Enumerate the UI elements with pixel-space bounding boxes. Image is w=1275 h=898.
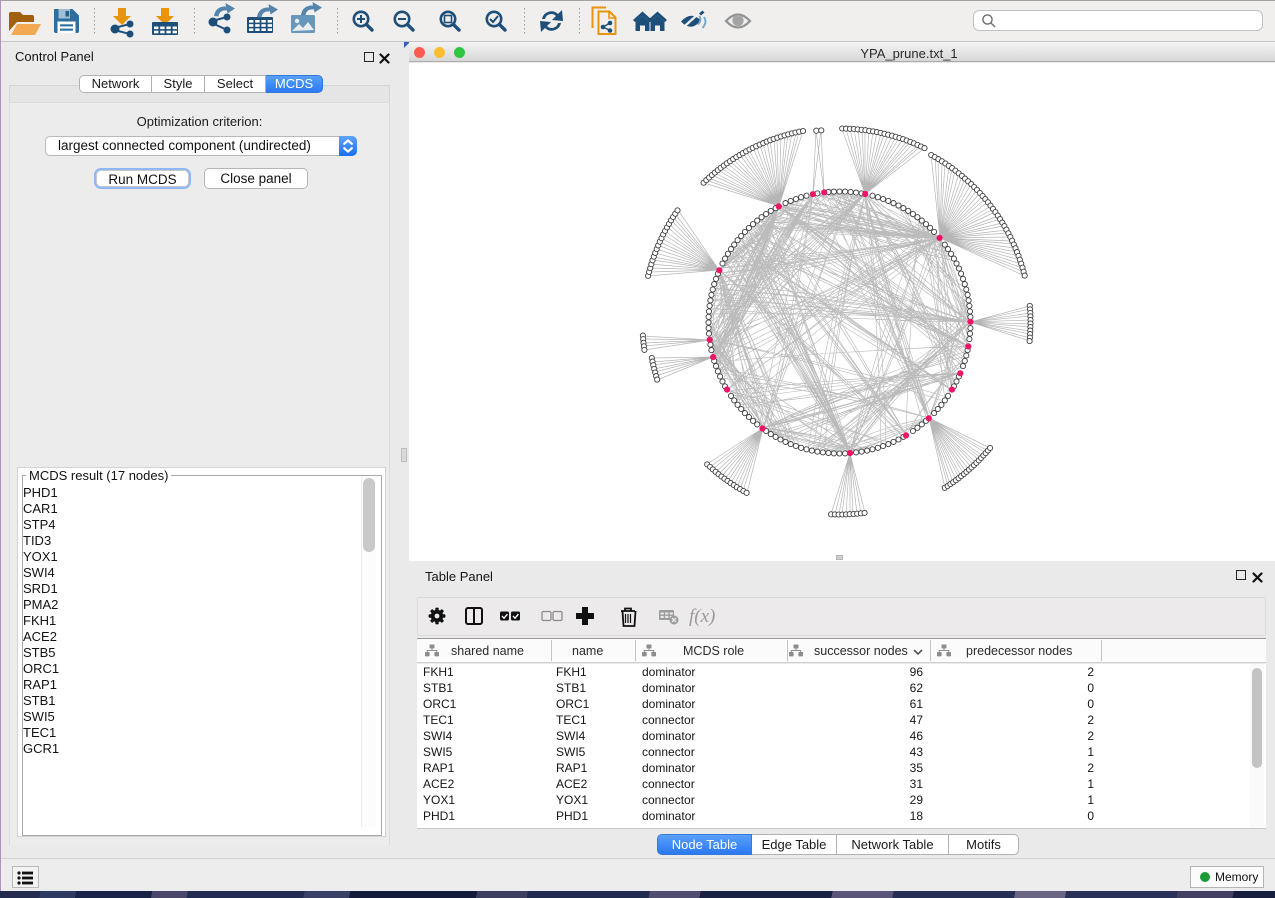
svg-text:f(x): f(x) bbox=[689, 606, 715, 627]
